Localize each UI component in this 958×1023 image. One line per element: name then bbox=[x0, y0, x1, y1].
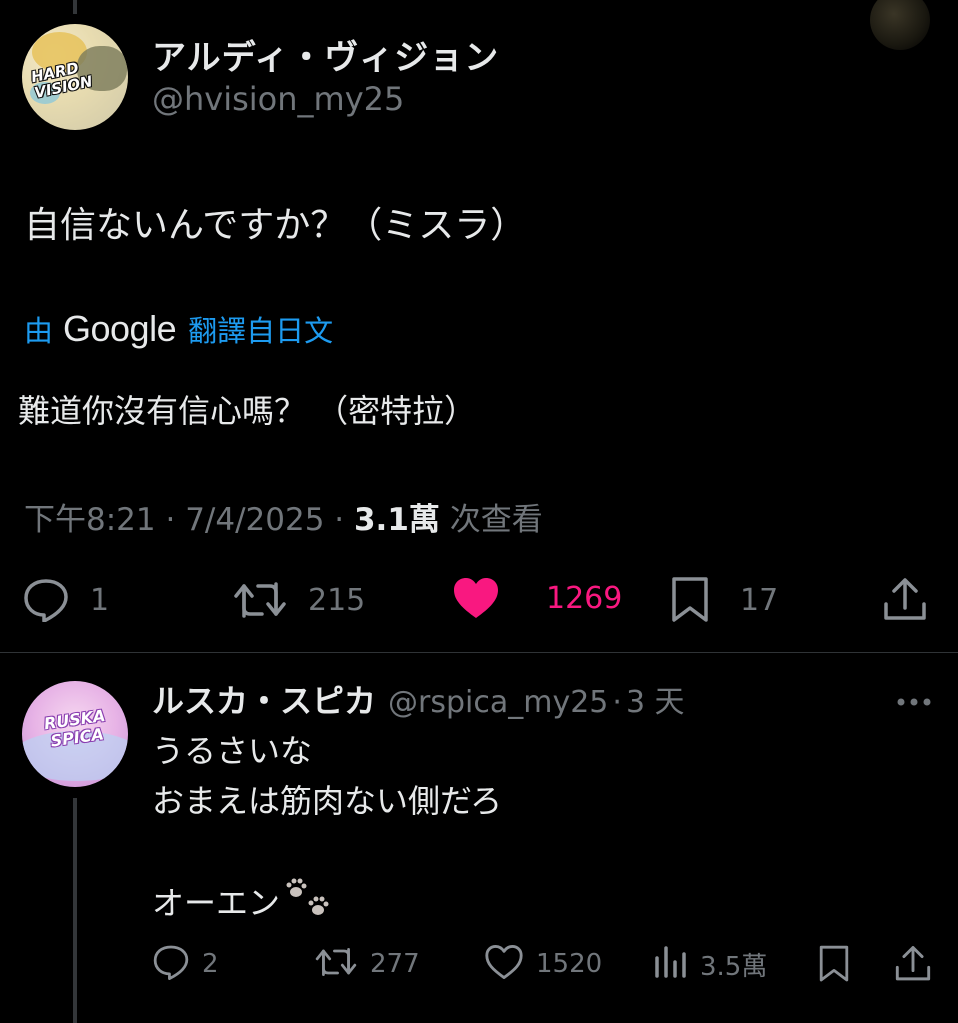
reply-header: ルスカ・スピカ @rspica_my25 · 3 天 bbox=[152, 676, 685, 722]
paw-prints-icon bbox=[284, 876, 334, 934]
reply-text: うるさいな おまえは筋肉ない側だろ オーエン bbox=[152, 726, 502, 926]
background-decoration bbox=[870, 0, 930, 50]
share-icon bbox=[894, 944, 932, 988]
share-button[interactable] bbox=[882, 576, 928, 624]
heart-filled-icon bbox=[452, 576, 500, 620]
tweet-text: 自信ないんですか？（ミスラ） bbox=[24, 205, 527, 246]
google-logo-text: Google bbox=[63, 308, 177, 349]
reply-author-handle[interactable]: @rspica_my25 bbox=[388, 685, 608, 720]
translation-prefix: 由 bbox=[24, 314, 54, 348]
bookmark-count: 17 bbox=[740, 582, 779, 618]
thread-connector-top bbox=[73, 0, 77, 14]
retweet-button[interactable]: 215 bbox=[232, 578, 365, 622]
reply-separator: · bbox=[612, 685, 622, 720]
bookmark-icon bbox=[670, 576, 710, 624]
like-button[interactable]: 1269 bbox=[452, 576, 622, 620]
bookmark-icon bbox=[818, 944, 850, 988]
translated-text: 難道你沒有信心嗎？ （密特拉） bbox=[18, 392, 477, 430]
thread-connector-reply bbox=[73, 798, 77, 1023]
reply-icon bbox=[22, 578, 70, 622]
analytics-icon bbox=[652, 944, 688, 984]
reply-bookmark-button[interactable] bbox=[818, 944, 850, 988]
bookmark-button[interactable]: 17 bbox=[670, 576, 778, 624]
author-display-name[interactable]: アルディ・ヴィジョン bbox=[152, 30, 499, 79]
reply-author-display-name[interactable]: ルスカ・スピカ bbox=[152, 676, 376, 722]
reply-line-2: おまえは筋肉ない側だろ bbox=[152, 782, 503, 820]
heart-outline-icon bbox=[484, 944, 524, 984]
more-options-icon[interactable] bbox=[896, 692, 932, 711]
views-count: 3.1萬 bbox=[353, 502, 440, 538]
reply-count: 1 bbox=[90, 582, 110, 618]
reply-line-4-wrap: オーエン bbox=[152, 876, 502, 926]
reply-line-1: うるさいな bbox=[152, 732, 313, 770]
share-icon bbox=[882, 576, 928, 624]
reply-button[interactable]: 1 bbox=[22, 578, 109, 622]
translation-attribution[interactable]: 由 Google 翻譯自日文 bbox=[24, 308, 333, 350]
retweet-icon bbox=[314, 944, 358, 984]
author-avatar[interactable]: HARD VISION bbox=[22, 24, 128, 130]
like-count: 1269 bbox=[546, 580, 623, 616]
reply-retweet-count: 277 bbox=[370, 949, 420, 979]
author-handle[interactable]: @hvision_my25 bbox=[152, 80, 404, 118]
reply-reply-count: 2 bbox=[202, 949, 219, 979]
tweet-date[interactable]: 7/4/2025 bbox=[185, 502, 324, 538]
reply-like-button[interactable]: 1520 bbox=[484, 944, 602, 984]
views-label: 次查看 bbox=[449, 502, 543, 538]
reply-like-count: 1520 bbox=[536, 949, 603, 979]
reply-views-count: 3.5萬 bbox=[700, 951, 768, 982]
reply-share-button[interactable] bbox=[894, 944, 932, 988]
reply-time-ago[interactable]: 3 天 bbox=[626, 677, 685, 721]
tweet-meta: 下午8:21 · 7/4/2025 · 3.1萬 次查看 bbox=[24, 502, 543, 538]
retweet-icon bbox=[232, 578, 288, 622]
reply-views-button[interactable]: 3.5萬 bbox=[652, 944, 767, 984]
reply-line-3 bbox=[152, 826, 502, 876]
reply-reply-button[interactable]: 2 bbox=[152, 944, 219, 984]
reply-icon bbox=[152, 944, 190, 984]
reply-retweet-button[interactable]: 277 bbox=[314, 944, 420, 984]
tweet-time[interactable]: 下午8:21 bbox=[24, 502, 156, 538]
reply-line-4: オーエン bbox=[152, 884, 281, 922]
tweet-divider bbox=[0, 652, 958, 653]
reply-author-avatar[interactable]: RUSKA SPICA bbox=[22, 681, 128, 787]
retweet-count: 215 bbox=[308, 582, 366, 618]
translation-source-label: 翻譯自日文 bbox=[188, 314, 334, 348]
